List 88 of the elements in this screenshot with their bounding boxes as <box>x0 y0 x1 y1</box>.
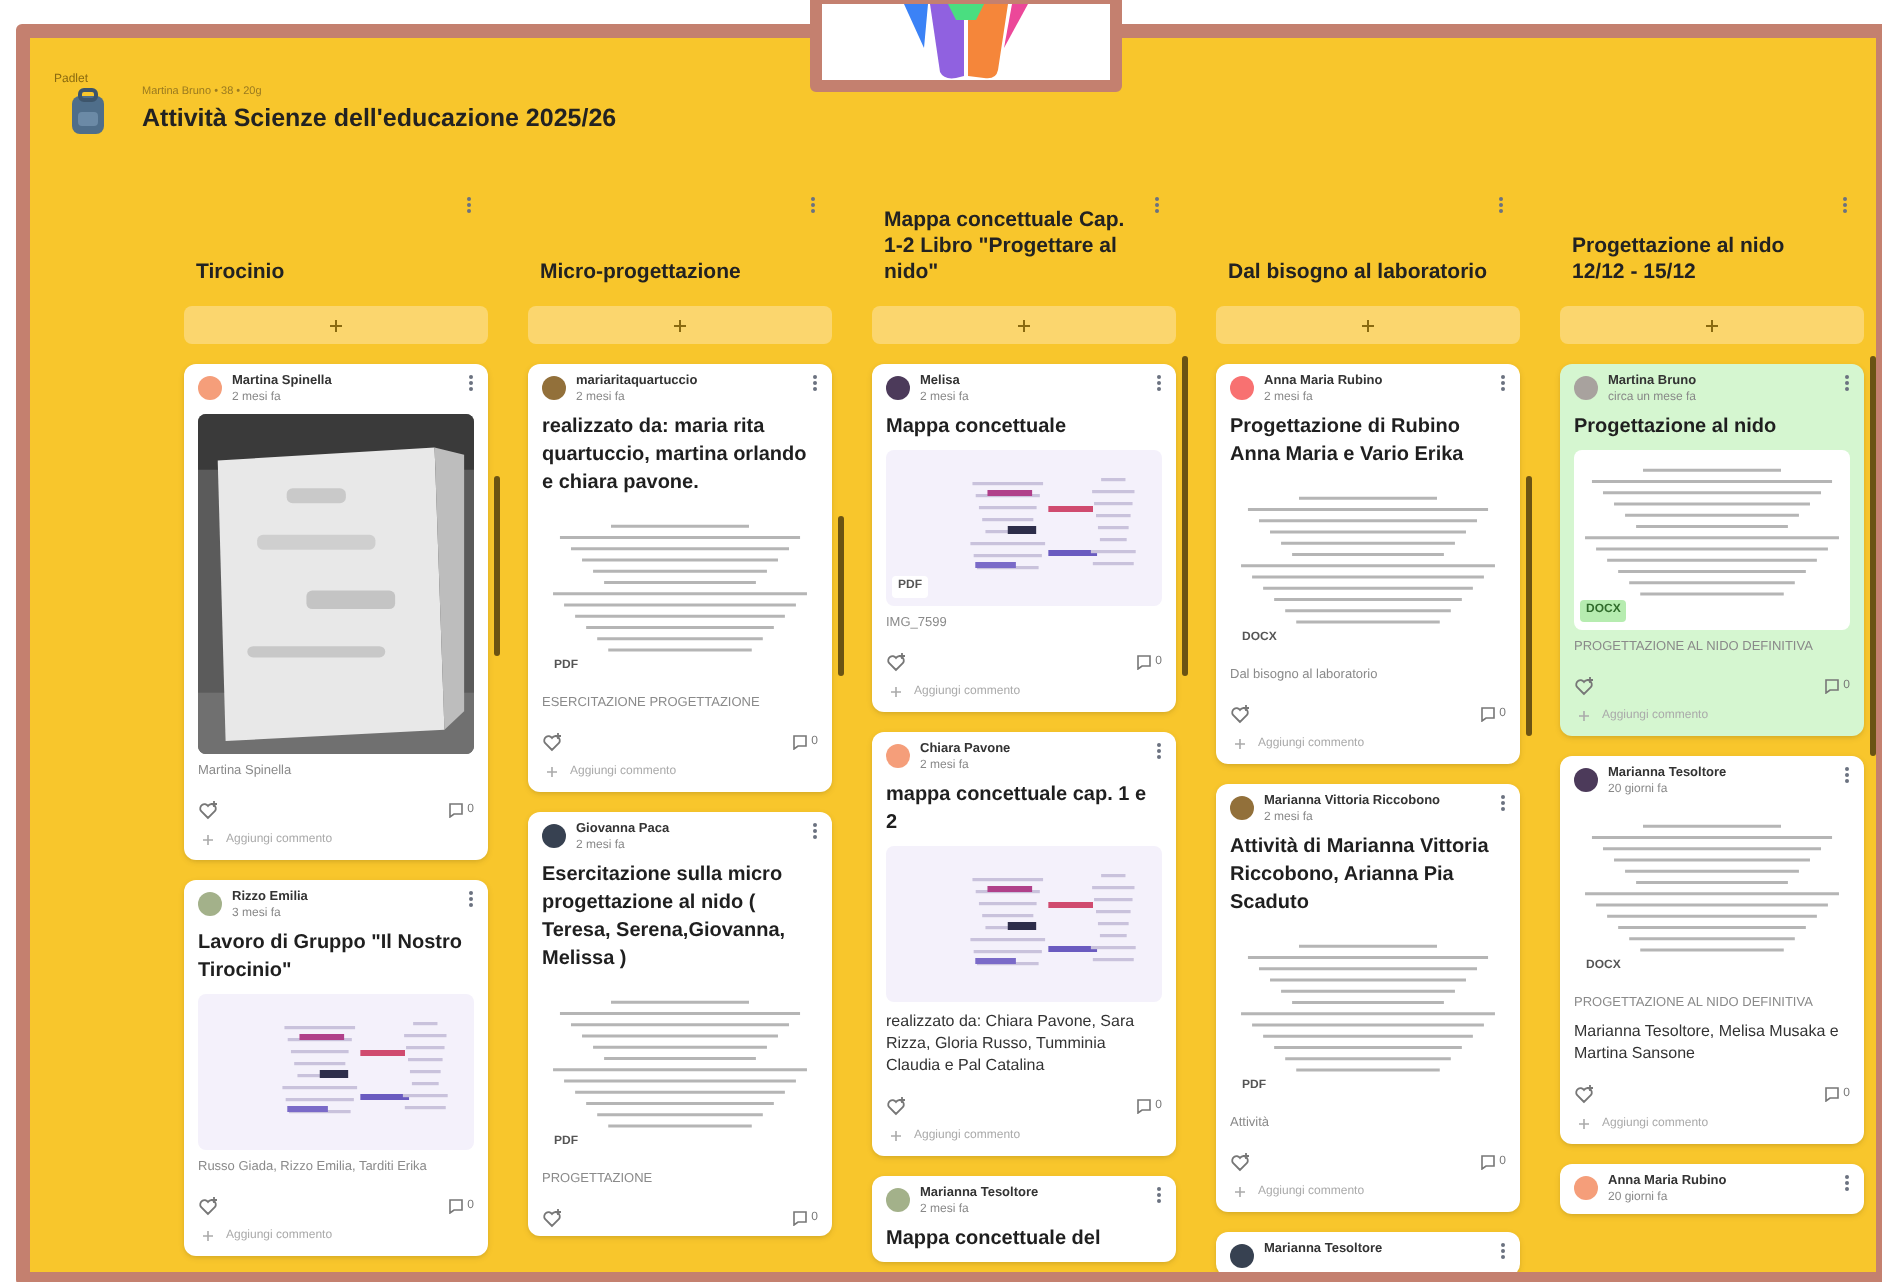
post-title: Progettazione di Rubino Anna Maria e Vario Erika <box>1230 414 1466 470</box>
comment-icon <box>1823 1086 1840 1102</box>
avatar <box>198 892 222 916</box>
reaction-icon[interactable] <box>1574 1084 1594 1104</box>
post-title: mappa concettuale cap. 1 e 2 <box>886 782 1149 838</box>
backpack-icon <box>68 87 108 135</box>
avatar <box>542 824 566 848</box>
comment-icon <box>1479 1154 1496 1170</box>
add-icon <box>546 766 558 778</box>
add-icon <box>1234 1186 1246 1198</box>
avatar <box>1230 376 1254 400</box>
more-icon[interactable] <box>1500 1242 1506 1260</box>
add-icon <box>202 1230 214 1242</box>
post-title: Progettazione al nido <box>1574 414 1779 442</box>
reaction-icon[interactable] <box>542 1208 562 1228</box>
avatar <box>886 376 910 400</box>
add-icon <box>674 319 686 331</box>
comment-icon <box>1135 1098 1152 1114</box>
add-icon <box>1578 1118 1590 1130</box>
avatar <box>1574 768 1598 792</box>
add-icon <box>1578 710 1590 722</box>
column-title: Mappa concettuale Cap. 1-2 Libro "Progettare al nido" <box>884 208 1127 286</box>
scrollbar[interactable] <box>1870 356 1876 756</box>
add-icon <box>890 686 902 698</box>
comment-icon <box>1135 654 1152 670</box>
add-icon <box>1362 319 1374 331</box>
scrollbar[interactable] <box>838 516 844 676</box>
more-icon[interactable] <box>1156 1186 1162 1204</box>
reaction-icon[interactable] <box>1574 676 1594 696</box>
more-icon[interactable] <box>1844 374 1850 392</box>
reaction-icon[interactable] <box>1230 704 1250 724</box>
add-icon <box>202 834 214 846</box>
more-icon[interactable] <box>1156 742 1162 760</box>
column-title: Tirocinio <box>196 260 287 286</box>
board-title: Attività Scienze dell'educazione 2025/26 <box>142 102 617 137</box>
comment-icon <box>791 734 808 750</box>
add-icon <box>1018 319 1030 331</box>
more-icon[interactable] <box>1500 374 1506 392</box>
more-icon[interactable] <box>1844 1174 1850 1192</box>
reaction-icon[interactable] <box>198 1196 218 1216</box>
reaction-icon[interactable] <box>1230 1152 1250 1172</box>
more-icon[interactable] <box>1154 196 1160 214</box>
more-icon[interactable] <box>466 196 472 214</box>
more-icon[interactable] <box>1156 374 1162 392</box>
scrollbar[interactable] <box>1182 356 1188 676</box>
more-icon[interactable] <box>1500 794 1506 812</box>
avatar <box>1230 1244 1254 1268</box>
scrollbar[interactable] <box>494 476 500 656</box>
reaction-icon[interactable] <box>542 732 562 752</box>
column-title: Dal bisogno al laboratorio <box>1228 260 1490 286</box>
more-icon[interactable] <box>468 374 474 392</box>
avatar <box>1574 1176 1598 1200</box>
more-icon[interactable] <box>1842 196 1848 214</box>
column-title: Micro-progettazione <box>540 260 743 286</box>
post-title: Mappa concettuale del <box>886 1226 1103 1254</box>
comment-icon <box>447 802 464 818</box>
add-icon <box>1706 319 1718 331</box>
reaction-icon[interactable] <box>886 1096 906 1116</box>
avatar <box>886 744 910 768</box>
post-title: Esercitazione sulla micro progettazione al nido ( Teresa, Serena,Giovanna, Melissa ) <box>542 862 788 974</box>
avatar <box>542 376 566 400</box>
post-title: realizzato da: maria rita quartuccio, martina orlando e chiara pavone. <box>542 414 809 498</box>
comment-icon <box>447 1198 464 1214</box>
add-icon <box>1234 738 1246 750</box>
post-title: Attività di Marianna Vittoria Riccobono, Arianna Pia Scaduto <box>1230 834 1491 918</box>
more-icon[interactable] <box>812 822 818 840</box>
avatar <box>1574 376 1598 400</box>
more-icon[interactable] <box>1844 766 1850 784</box>
avatar <box>886 1188 910 1212</box>
column-title: Progettazione al nido 12/12 - 15/12 <box>1572 234 1787 286</box>
comment-icon <box>1479 706 1496 722</box>
post-text: realizzato da: Chiara Pavone, Sara Rizza, Gloria Russo, Tumminia Claudia e Pal Catalina <box>886 1010 1137 1076</box>
more-icon[interactable] <box>812 374 818 392</box>
avatar <box>198 376 222 400</box>
post-title: Lavoro di Gruppo "Il Nostro Tirocinio" <box>198 930 464 986</box>
avatar <box>1230 796 1254 820</box>
comment-icon <box>791 1210 808 1226</box>
reaction-icon[interactable] <box>198 800 218 820</box>
more-icon[interactable] <box>1498 196 1504 214</box>
post-title: Mappa concettuale <box>886 414 1069 442</box>
comment-icon <box>1823 678 1840 694</box>
scrollbar[interactable] <box>1526 476 1532 736</box>
add-icon <box>330 319 342 331</box>
reaction-icon[interactable] <box>886 652 906 672</box>
more-icon[interactable] <box>468 890 474 908</box>
post-text: Marianna Tesoltore, Melisa Musaka e Martina Sansone <box>1574 1020 1841 1064</box>
more-icon[interactable] <box>810 196 816 214</box>
add-icon <box>890 1130 902 1142</box>
